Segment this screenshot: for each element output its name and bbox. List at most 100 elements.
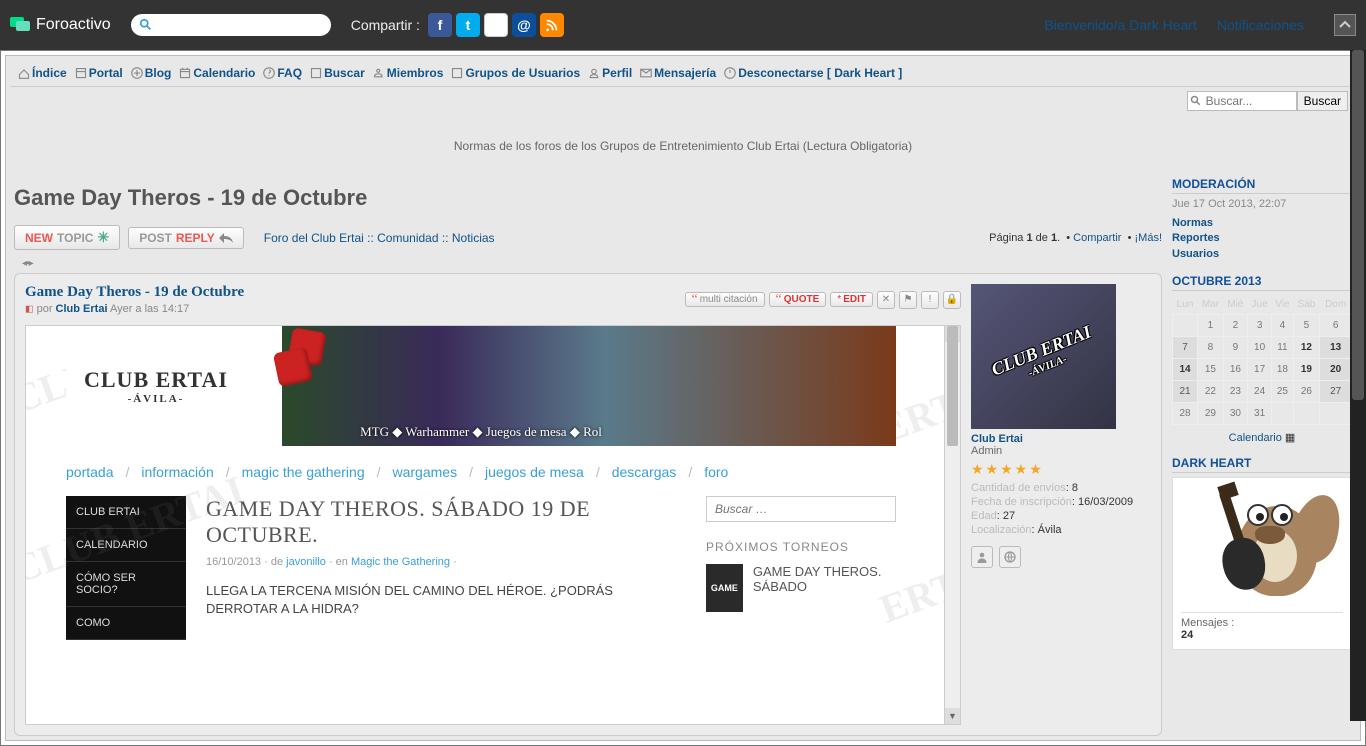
scrat-avatar[interactable] (1197, 486, 1327, 606)
calendar-day[interactable]: 14 (1173, 359, 1198, 381)
scroll-top-button[interactable] (1334, 14, 1356, 36)
nav-search[interactable]: Buscar (310, 66, 365, 80)
forum-search-submit[interactable] (1297, 91, 1348, 111)
email-icon[interactable]: @ (512, 13, 536, 37)
platform-search[interactable] (131, 14, 331, 36)
platform-search-input[interactable] (153, 18, 323, 32)
more-link[interactable]: ¡Más! (1135, 232, 1163, 244)
moderation-link[interactable]: Reportes (1172, 231, 1352, 246)
calendar-day[interactable]: 28 (1173, 403, 1198, 425)
calendar-day[interactable]: 3 (1248, 315, 1272, 337)
nav-portal[interactable]: Portal (75, 66, 123, 80)
calendar-day[interactable]: 6 (1320, 315, 1352, 337)
embed-scrollbar[interactable]: ▲ ▼ (944, 326, 960, 724)
post-author-profile: CLUB ERTAI-ÁVILA- Club Ertai Admin ★★★★★… (971, 284, 1151, 725)
calendar-day[interactable]: 22 (1198, 381, 1224, 403)
rss-icon[interactable] (540, 13, 564, 37)
embed-author-link[interactable]: javonillo (286, 556, 326, 568)
delete-button[interactable]: ✕ (877, 291, 895, 309)
embed-nav-item[interactable]: wargames (393, 464, 458, 480)
calendar-day[interactable]: 23 (1223, 381, 1247, 403)
embed-nav-item[interactable]: foro (704, 464, 728, 480)
scrollbar-thumb[interactable] (947, 326, 958, 446)
scroll-down-icon[interactable]: ▼ (945, 708, 960, 724)
calendar-day[interactable]: 18 (1272, 359, 1293, 381)
nav-members[interactable]: Miembros (373, 66, 444, 80)
multi-quote-button[interactable]: “multi citación (685, 292, 765, 307)
nav-faq[interactable]: FAQ (263, 66, 302, 80)
page-scrollbar[interactable] (1350, 50, 1366, 721)
embed-nav-item[interactable]: portada (66, 464, 113, 480)
embed-nav-item[interactable]: descargas (612, 464, 677, 480)
calendar-day[interactable]: 7 (1173, 337, 1198, 359)
collapse-handle[interactable]: ◂▪▸ (14, 254, 1162, 273)
quote-button[interactable]: “QUOTE (769, 292, 827, 307)
welcome-link[interactable]: Bienvenido/a Dark Heart (1044, 17, 1197, 33)
embed-body: LLEGA LA TERCENA MISIÓN DEL CAMINO DEL H… (206, 582, 686, 618)
lock-button[interactable]: 🔒 (943, 291, 961, 309)
calendar-day[interactable]: 9 (1223, 337, 1247, 359)
nav-calendar[interactable]: Calendario (179, 66, 255, 80)
nav-home[interactable]: Índice (18, 66, 67, 80)
moderation-link[interactable]: Normas (1172, 216, 1352, 231)
calendar-day[interactable]: 27 (1320, 381, 1352, 403)
post-title-link[interactable]: Game Day Theros - 19 de Octubre (25, 284, 244, 300)
calendar-day[interactable]: 11 (1272, 337, 1293, 359)
website-icon[interactable] (999, 546, 1021, 568)
calendar-day[interactable]: 1 (1198, 315, 1224, 337)
twitter-icon[interactable]: t (456, 13, 480, 37)
nav-blog[interactable]: Blog (131, 66, 172, 80)
tournament-item[interactable]: GAME GAME DAY THEROS. SÁBADO (706, 564, 896, 612)
author-name[interactable]: Club Ertai (971, 433, 1151, 445)
share-link[interactable]: Compartir (1073, 232, 1121, 244)
view-profile-icon[interactable] (971, 546, 993, 568)
moderation-link[interactable]: Usuarios (1172, 247, 1352, 262)
calendar-day[interactable]: 19 (1293, 359, 1320, 381)
embed-nav-item[interactable]: magic the gathering (242, 464, 365, 480)
calendar-day[interactable]: 25 (1272, 381, 1293, 403)
google-plus-icon[interactable]: g+ (484, 13, 508, 37)
calendar-day[interactable]: 29 (1198, 403, 1224, 425)
members-icon (373, 67, 385, 79)
new-topic-button[interactable]: NEWTOPIC✳ (14, 225, 120, 250)
calendar-day[interactable]: 2 (1223, 315, 1247, 337)
notifications-link[interactable]: Notificaciones (1217, 17, 1304, 33)
post-body-column: Game Day Theros - 19 de Octubre ◧ por Cl… (25, 284, 961, 725)
calendar-day[interactable]: 13 (1320, 337, 1352, 359)
announcement-text[interactable]: Normas de los foros de los Grupos de Ent… (10, 115, 1356, 177)
calendar-day[interactable]: 21 (1173, 381, 1198, 403)
calendar-day[interactable]: 30 (1223, 403, 1247, 425)
calendar-day[interactable]: 5 (1293, 315, 1320, 337)
report-button[interactable]: ! (921, 291, 939, 309)
calendar-day[interactable]: 4 (1272, 315, 1293, 337)
nav-groups[interactable]: Grupos de Usuarios (451, 66, 580, 80)
foroactivo-logo[interactable]: Foroactivo (10, 16, 111, 34)
nav-mail[interactable]: Mensajería (640, 66, 716, 80)
nav-profile[interactable]: Perfil (588, 66, 632, 80)
breadcrumb[interactable]: Foro del Club Ertai :: Comunidad :: Noti… (264, 231, 495, 245)
facebook-icon[interactable]: f (428, 13, 452, 37)
calendar-day[interactable]: 10 (1248, 337, 1272, 359)
calendar-day[interactable]: 24 (1248, 381, 1272, 403)
calendar-link[interactable]: Calendario (1229, 432, 1282, 444)
embed-logo[interactable]: CLUB ERTAI -ÁVILA- (66, 353, 246, 419)
calendar-day[interactable]: 20 (1320, 359, 1352, 381)
post-reply-button[interactable]: POSTREPLY (128, 227, 244, 249)
calendar-day[interactable]: 16 (1223, 359, 1247, 381)
calendar-day[interactable]: 31 (1248, 403, 1272, 425)
embed-side-item[interactable]: COMO (66, 607, 186, 640)
post-author-link[interactable]: Club Ertai (56, 303, 108, 315)
embed-category-link[interactable]: Magic the Gathering (351, 556, 450, 568)
ip-button[interactable]: ⚑ (899, 291, 917, 309)
nav-logout[interactable]: Desconectarse [ Dark Heart ] (724, 66, 902, 80)
embed-nav-item[interactable]: juegos de mesa (485, 464, 584, 480)
embed-search-input[interactable] (706, 496, 896, 522)
calendar-day[interactable]: 26 (1293, 381, 1320, 403)
author-avatar[interactable]: CLUB ERTAI-ÁVILA- (971, 284, 1116, 429)
calendar-day[interactable]: 17 (1248, 359, 1272, 381)
calendar-day[interactable]: 15 (1198, 359, 1224, 381)
calendar-day[interactable]: 12 (1293, 337, 1320, 359)
edit-button[interactable]: *EDIT (830, 292, 873, 307)
forum-search-input[interactable] (1187, 91, 1297, 111)
calendar-day[interactable]: 8 (1198, 337, 1224, 359)
